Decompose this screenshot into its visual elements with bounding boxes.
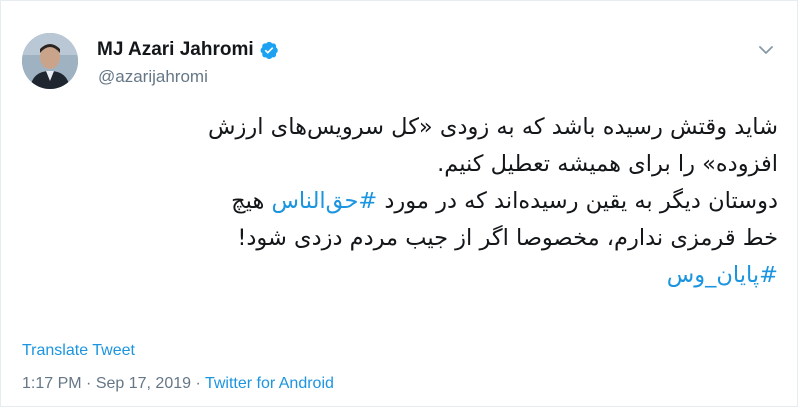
tweet-line-5: #پایان_وس — [15, 257, 778, 294]
tweet-line-4: خط قرمزی ندارم، مخصوصا اگر از جیب مردم د… — [237, 225, 778, 251]
tweet-source-link[interactable]: Twitter for Android — [205, 375, 334, 392]
tweet-text: شاید وقتش رسیده باشد که به زودی «کل سروی… — [15, 109, 778, 294]
name-row: MJ Azari Jahromi — [97, 39, 279, 61]
verified-badge-icon — [260, 41, 278, 59]
tweet-line-1: شاید وقتش رسیده باشد که به زودی «کل سروی… — [208, 114, 778, 140]
hashtag-link[interactable]: #حق‌الناس — [271, 188, 377, 214]
tweet-metadata: 1:17 PM · Sep 17, 2019 · Twitter for And… — [22, 375, 334, 393]
tweet-time[interactable]: 1:17 PM — [22, 375, 82, 392]
tweet-line-3-end: هیچ — [231, 188, 272, 214]
tweet-card: MJ Azari Jahromi @azarijahromi شاید وقتش… — [0, 0, 798, 407]
translate-tweet-link[interactable]: Translate Tweet — [22, 342, 135, 360]
tweet-line-3: دوستان دیگر به یقین رسیده‌اند که در مورد… — [15, 183, 778, 220]
display-name[interactable]: MJ Azari Jahromi — [97, 39, 254, 61]
chevron-down-icon[interactable] — [757, 41, 775, 59]
avatar[interactable] — [22, 33, 78, 89]
meta-separator-1: · — [81, 375, 96, 392]
user-handle[interactable]: @azarijahromi — [98, 67, 208, 87]
meta-separator-2: · — [191, 375, 205, 392]
tweet-line-3-text: دوستان دیگر به یقین رسیده‌اند که در مورد — [377, 188, 778, 214]
tweet-date[interactable]: Sep 17, 2019 — [96, 375, 191, 392]
tweet-line-2: افزوده» را برای همیشه تعطیل کنیم. — [437, 151, 778, 177]
hashtag-link-end[interactable]: #پایان_وس — [667, 262, 778, 288]
